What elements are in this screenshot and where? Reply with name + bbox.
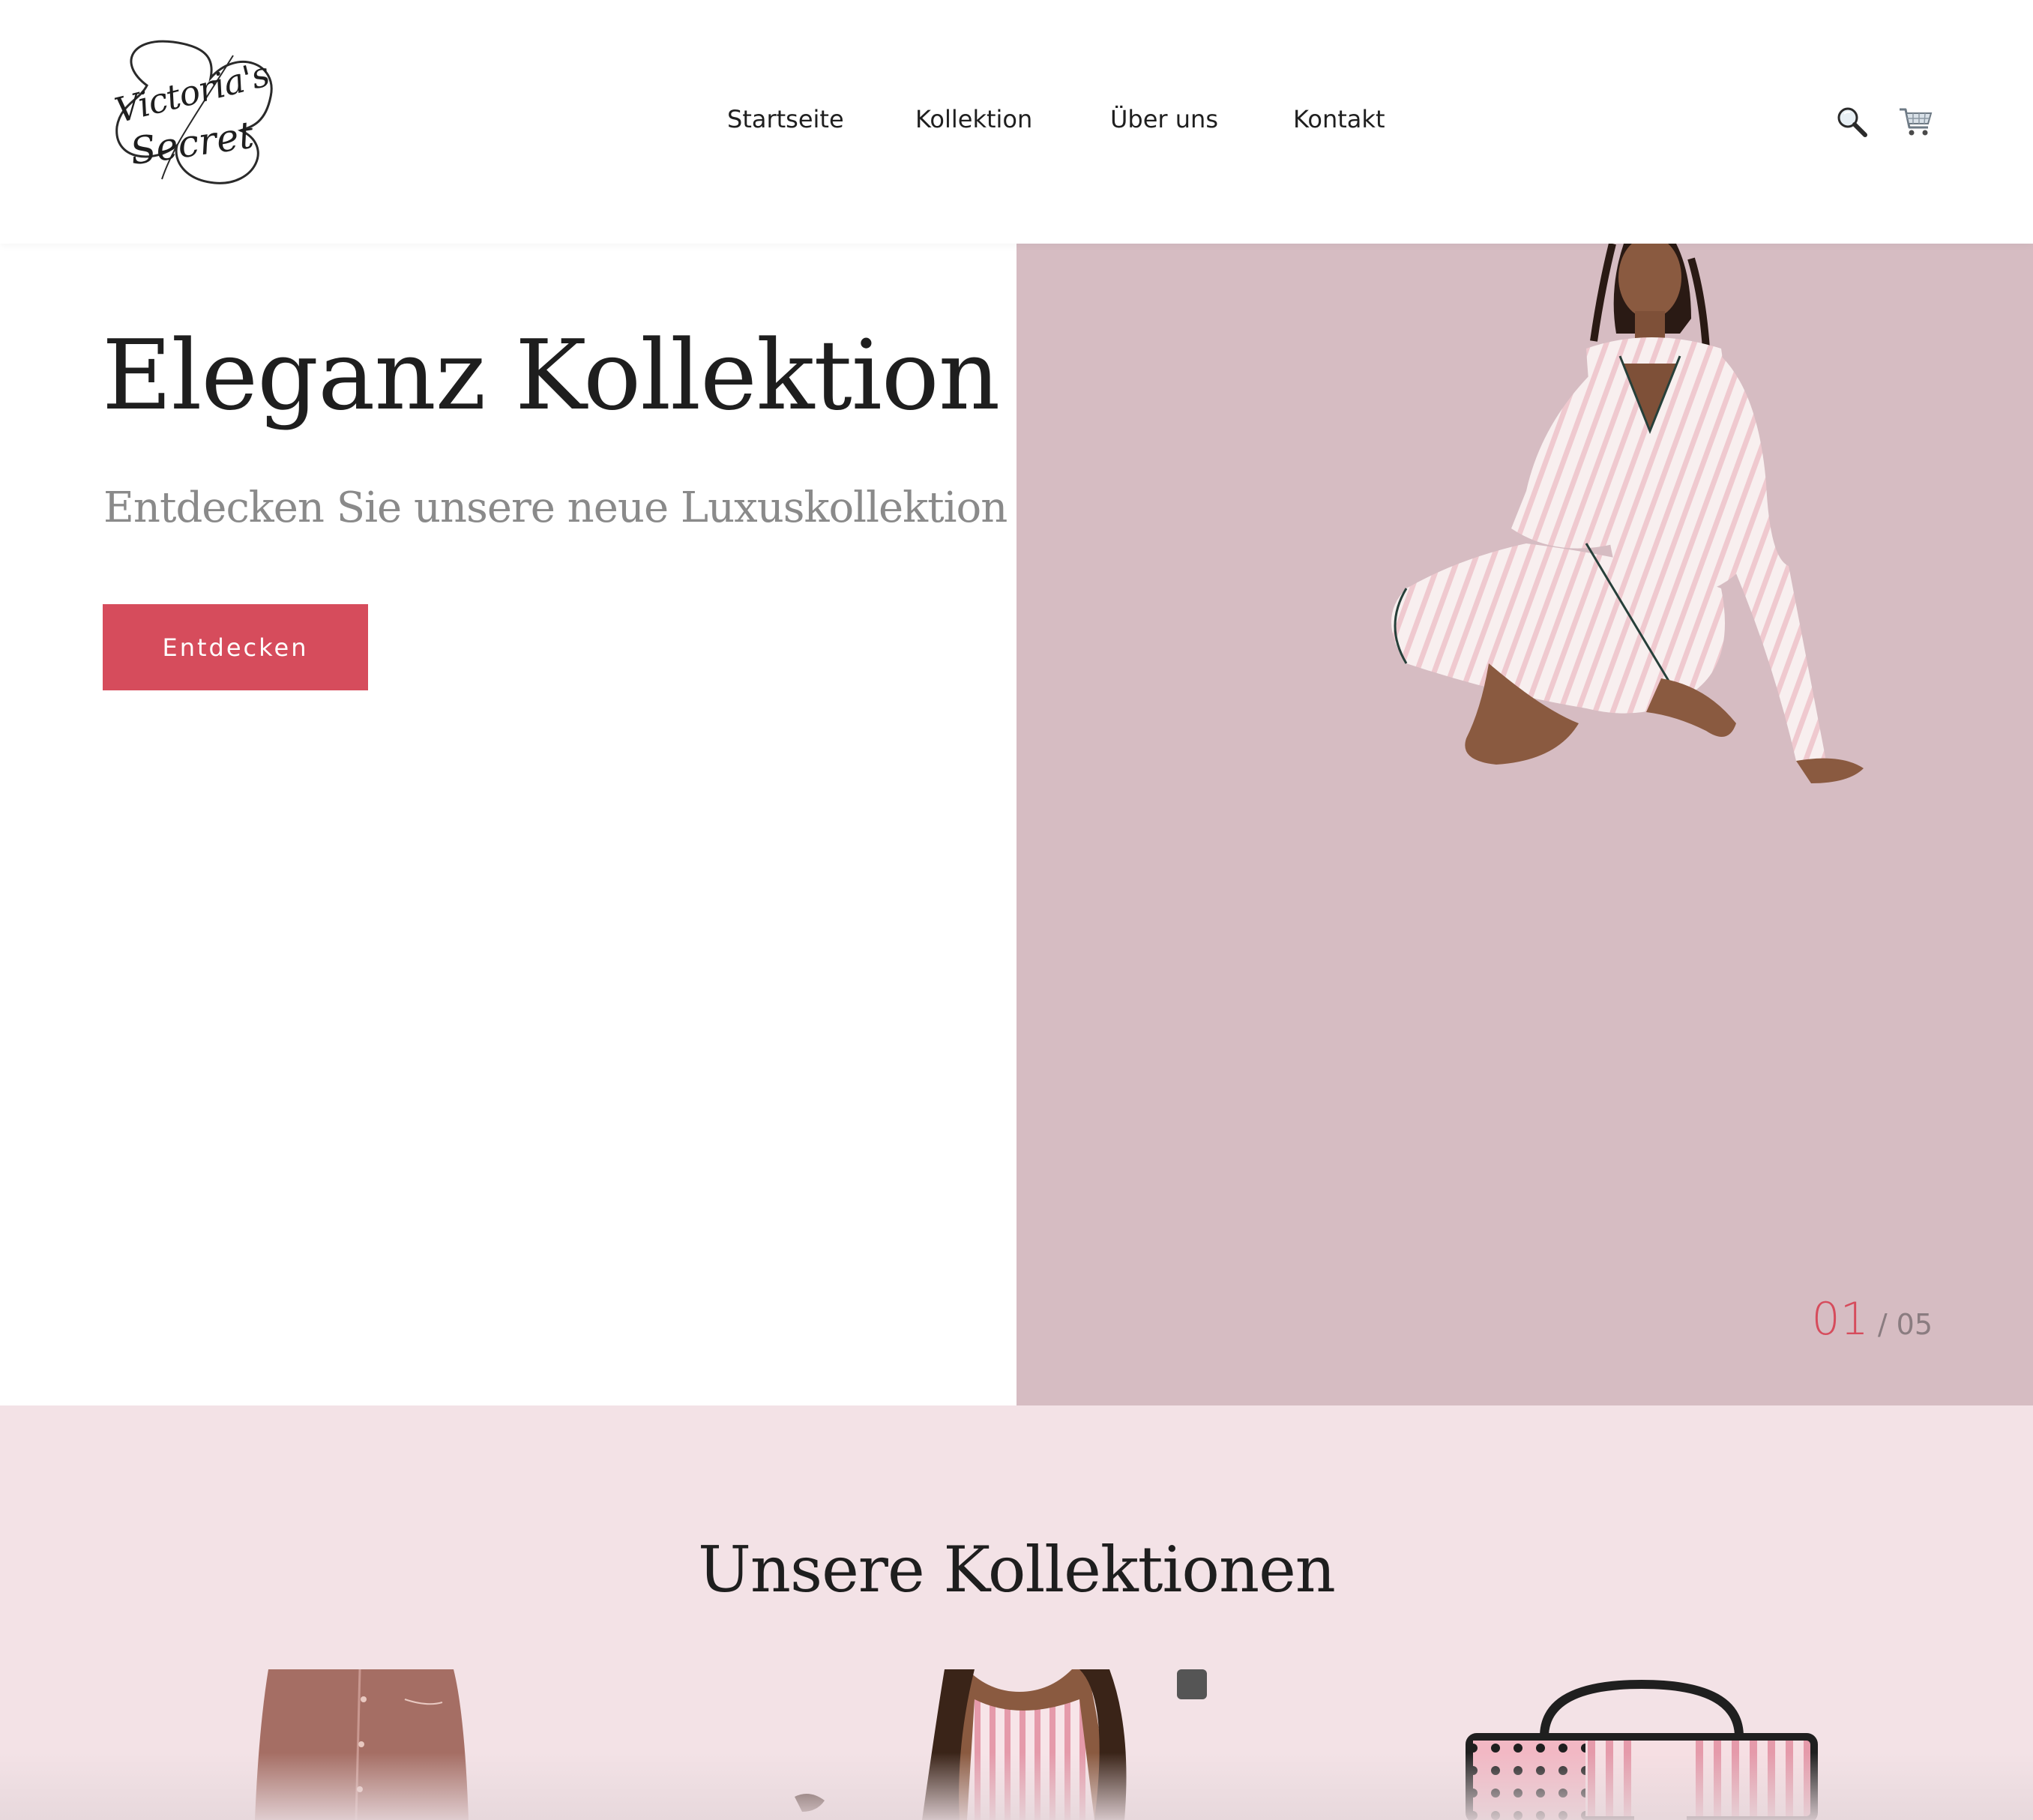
entdecken-button[interactable]: Entdecken [103, 604, 368, 690]
hero-image-panel: 01/05 [1016, 244, 2033, 1405]
nav-kollektion[interactable]: Kollektion [915, 105, 1032, 133]
striped-satin-set-image [795, 1669, 1207, 1820]
search-icon[interactable] [1834, 103, 1870, 139]
nav-kontakt[interactable]: Kontakt [1293, 105, 1385, 133]
nav-startseite[interactable]: Startseite [727, 105, 844, 133]
cart-icon[interactable] [1898, 103, 1934, 139]
rose-pajama-image [255, 1669, 469, 1820]
slide-separator: / [1877, 1308, 1888, 1341]
hero-model-image [1271, 244, 1961, 918]
hero-text-panel: Eleganz Kollektion Entdecken Sie unsere … [0, 244, 1016, 1405]
nav-ueber-uns[interactable]: Über uns [1110, 105, 1218, 133]
site-header: Victoria's Secret Startseite Kollektion … [0, 0, 2033, 244]
collection-card-satin-set[interactable] [795, 1669, 1229, 1820]
collections-section: Unsere Kollektionen [0, 1405, 2033, 1820]
collection-card-pajama[interactable] [255, 1669, 480, 1820]
collection-card-cosmetic-bag[interactable] [1462, 1669, 1822, 1820]
slide-total-number: 05 [1896, 1308, 1933, 1341]
main-nav: Startseite Kollektion Über uns Kontakt [0, 105, 2033, 142]
hero-section: Eleganz Kollektion Entdecken Sie unsere … [0, 244, 2033, 1405]
collections-title: Unsere Kollektionen [698, 1533, 1336, 1606]
pink-cosmetic-bag-image [1466, 1679, 1818, 1820]
slide-counter: 01/05 [1811, 1293, 1933, 1346]
hero-subtitle: Entdecken Sie unsere neue Luxuskollektio… [103, 483, 1008, 532]
hero-title: Eleganz Kollektion [102, 320, 1000, 432]
slide-current-number: 01 [1811, 1293, 1869, 1346]
